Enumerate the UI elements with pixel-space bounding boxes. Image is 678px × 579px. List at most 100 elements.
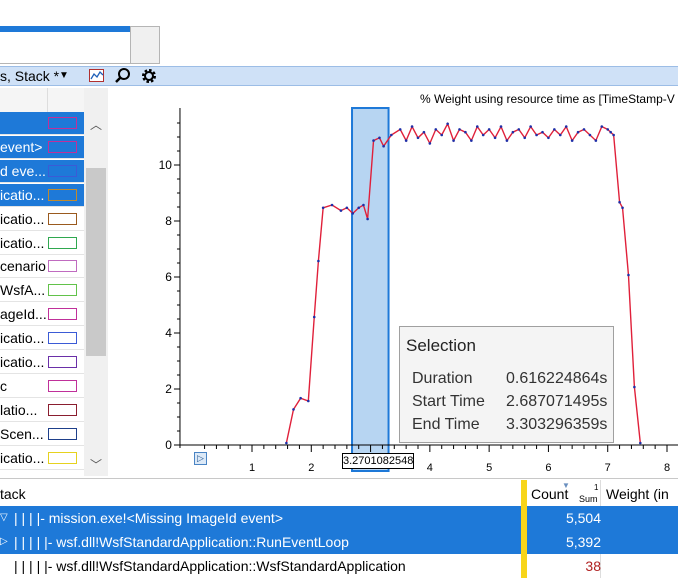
data-point bbox=[511, 130, 515, 134]
data-point bbox=[382, 144, 385, 148]
list-item[interactable]: d eve... bbox=[0, 159, 84, 183]
data-point bbox=[422, 130, 426, 134]
list-item[interactable]: ageId... bbox=[0, 303, 84, 327]
list-item[interactable]: icatio... bbox=[0, 183, 84, 207]
list-item[interactable]: cenario bbox=[0, 255, 84, 279]
data-point bbox=[621, 206, 624, 210]
series-color-swatch[interactable] bbox=[48, 188, 77, 201]
data-point bbox=[470, 139, 473, 142]
data-point bbox=[606, 128, 610, 131]
search-icon[interactable] bbox=[114, 67, 132, 85]
data-point bbox=[292, 408, 295, 411]
x-tick-label: 7 bbox=[605, 462, 611, 474]
expand-icon[interactable]: ▷ bbox=[0, 530, 8, 554]
list-item[interactable]: WsfA... bbox=[0, 279, 84, 303]
y-tick-label: 4 bbox=[165, 326, 172, 340]
data-point bbox=[570, 139, 574, 142]
data-point bbox=[434, 128, 438, 131]
data-point bbox=[529, 125, 532, 128]
series-color-swatch[interactable] bbox=[48, 451, 77, 464]
list-item[interactable]: icatio... bbox=[0, 232, 84, 255]
data-point bbox=[362, 203, 365, 207]
list-item[interactable]: latio... bbox=[0, 399, 84, 422]
data-point bbox=[378, 136, 381, 140]
gear-icon[interactable] bbox=[140, 67, 158, 85]
stack-frame: | | | | |- wsf.dll!WsfStandardApplicatio… bbox=[14, 558, 406, 574]
chevron-down-icon[interactable]: ﹀ bbox=[86, 456, 106, 472]
series-name: WsfA... bbox=[0, 282, 46, 299]
data-point bbox=[576, 130, 580, 134]
x-tick-label: 5 bbox=[486, 462, 492, 474]
list-item[interactable]: icatio... bbox=[0, 447, 84, 470]
series-name: icatio... bbox=[0, 234, 45, 251]
table-row[interactable]: | | | | |- wsf.dll!WsfStandardApplicatio… bbox=[0, 554, 678, 578]
series-color-swatch[interactable] bbox=[48, 117, 77, 129]
list-item[interactable]: c bbox=[0, 375, 84, 398]
duration-label: Duration bbox=[412, 370, 473, 387]
series-color-swatch[interactable] bbox=[48, 308, 77, 321]
chevron-down-icon[interactable]: ▼ bbox=[59, 67, 69, 85]
x-tick-label: 2 bbox=[308, 462, 314, 474]
data-point bbox=[499, 125, 503, 128]
data-point bbox=[404, 139, 408, 142]
series-color-swatch[interactable] bbox=[48, 403, 77, 416]
list-item[interactable]: Scen... bbox=[0, 423, 84, 446]
sort-arrow-icon: ▼ bbox=[562, 481, 570, 490]
list-item[interactable]: event> bbox=[0, 135, 84, 159]
data-point bbox=[558, 133, 562, 137]
column-header-weight[interactable]: Weight (in bbox=[606, 480, 669, 508]
series-color-swatch[interactable] bbox=[48, 356, 77, 368]
series-name: cenario bbox=[0, 258, 46, 275]
data-point bbox=[357, 206, 361, 210]
end-time-value: 3.303296359s bbox=[506, 416, 608, 433]
series-color-swatch[interactable] bbox=[48, 284, 77, 297]
data-point bbox=[351, 212, 355, 215]
data-point bbox=[464, 130, 467, 134]
y-tick-label: 8 bbox=[165, 214, 172, 228]
y-tick-label: 0 bbox=[165, 438, 172, 452]
data-point bbox=[285, 441, 288, 445]
series-color-swatch[interactable] bbox=[48, 164, 77, 177]
list-item[interactable]: icatio... bbox=[0, 351, 84, 374]
grouping-selector[interactable]: s, Stack * bbox=[0, 67, 59, 85]
data-point bbox=[398, 128, 402, 131]
scroll-right-icon[interactable]: ▷ bbox=[194, 452, 207, 465]
x-tick-label: 4 bbox=[427, 462, 433, 474]
series-list: event> d eve... icatio... icatio... icatio..… bbox=[0, 112, 84, 476]
scrollbar-thumb[interactable] bbox=[86, 168, 106, 356]
table-row[interactable]: ▽ | | | |- mission.exe!<Missing ImageId e… bbox=[0, 506, 678, 530]
data-point bbox=[299, 396, 302, 400]
chart-icon[interactable] bbox=[88, 67, 106, 85]
data-point bbox=[588, 133, 592, 137]
list-item[interactable] bbox=[0, 112, 84, 135]
series-color-swatch[interactable] bbox=[48, 212, 77, 225]
table-body: ▽ | | | |- mission.exe!<Missing ImageId e… bbox=[0, 506, 678, 578]
data-point bbox=[582, 128, 586, 131]
data-point bbox=[339, 209, 343, 212]
series-name: d eve... bbox=[0, 162, 46, 179]
series-color-swatch[interactable] bbox=[48, 140, 77, 153]
data-point bbox=[475, 125, 479, 128]
table-row[interactable]: ▷ | | | | |- wsf.dll!WsfStandardApplicati… bbox=[0, 530, 678, 554]
series-color-swatch[interactable] bbox=[48, 260, 77, 273]
series-color-swatch[interactable] bbox=[48, 332, 77, 345]
column-header-stack[interactable]: tack bbox=[0, 480, 26, 508]
count-sum-label: Sum bbox=[579, 494, 598, 504]
chevron-up-icon[interactable]: ︿ bbox=[86, 116, 106, 132]
data-point bbox=[535, 133, 538, 137]
active-tab-indicator bbox=[0, 26, 130, 32]
list-item[interactable]: icatio... bbox=[0, 208, 84, 231]
data-point bbox=[366, 217, 369, 221]
series-color-swatch[interactable] bbox=[48, 236, 77, 249]
data-point bbox=[633, 385, 636, 389]
series-color-swatch[interactable] bbox=[48, 379, 77, 392]
expand-icon[interactable]: ▽ bbox=[0, 506, 8, 530]
start-time-value: 2.687071495s bbox=[506, 393, 608, 410]
x-tick-label: 6 bbox=[545, 462, 551, 474]
stack-frame: | | | | |- wsf.dll!WsfStandardApplicatio… bbox=[14, 534, 349, 550]
series-name: Scen... bbox=[0, 425, 44, 442]
list-item[interactable]: icatio... bbox=[0, 327, 84, 351]
series-color-swatch[interactable] bbox=[48, 427, 77, 440]
column-splitter[interactable] bbox=[521, 480, 527, 578]
series-name: icatio... bbox=[0, 354, 45, 370]
